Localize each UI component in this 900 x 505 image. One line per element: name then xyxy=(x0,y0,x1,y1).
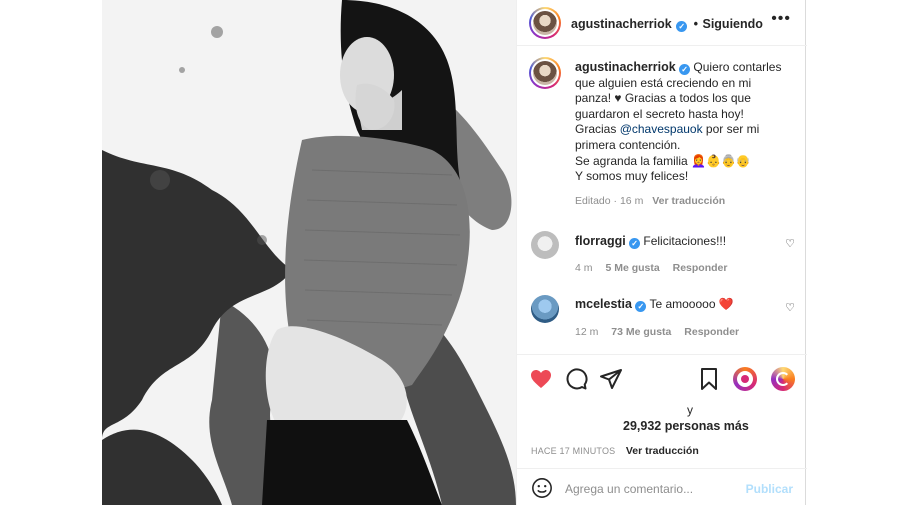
comments-area: agustinacherriok ✓ Quiero contarles que … xyxy=(517,47,807,354)
backdrop-right xyxy=(806,0,900,505)
comment-composer: Agrega un comentario... Publicar xyxy=(517,468,807,505)
caption-meta: Editado · 16 m Ver traducción xyxy=(575,194,787,210)
author-avatar[interactable] xyxy=(529,7,561,39)
promo-sticker-icon[interactable] xyxy=(733,367,757,391)
caption-time: 16 m xyxy=(619,194,644,207)
publish-button[interactable]: Publicar xyxy=(746,482,793,496)
comment-time: 4 m xyxy=(575,262,593,274)
verified-badge-icon: ✓ xyxy=(676,21,688,32)
reply-button[interactable]: Responder xyxy=(673,262,728,274)
verified-badge-icon: ✓ xyxy=(679,64,691,75)
follow-separator: • xyxy=(693,17,699,31)
translate-link[interactable]: Ver traducción xyxy=(652,195,725,207)
comment-bubble-icon[interactable] xyxy=(564,367,588,391)
caption-line: guardaron el secreto hasta hoy! xyxy=(575,106,744,121)
bookmark-icon[interactable] xyxy=(697,367,721,391)
paper-plane-icon[interactable] xyxy=(599,367,623,391)
commenter-avatar[interactable] xyxy=(531,295,559,323)
caption-line: Quiero contarles xyxy=(693,60,782,74)
separator: · xyxy=(613,194,618,207)
verified-badge-icon: ✓ xyxy=(635,301,647,312)
verified-badge-icon: ✓ xyxy=(629,238,641,249)
comment-like-icon[interactable]: ♡ xyxy=(785,237,795,250)
comment-item: mcelestia ✓ Te amooooo ❤️ xyxy=(575,297,734,312)
author-username[interactable]: agustinacherriok xyxy=(571,17,672,31)
caption-line: por ser mi xyxy=(702,122,760,137)
caption-line: Gracias xyxy=(575,122,620,137)
likes-conjunction: y xyxy=(687,403,693,417)
comment-likes[interactable]: 5 Me gusta xyxy=(605,262,659,274)
likes-count[interactable]: 29,932 personas más xyxy=(623,419,749,433)
reply-button[interactable]: Responder xyxy=(684,326,739,338)
comment-meta: 12 m 73 Me gusta Responder xyxy=(575,326,739,338)
translate-link[interactable]: Ver traducción xyxy=(626,445,699,457)
more-options-icon[interactable]: ••• xyxy=(771,10,791,28)
commenter-avatar[interactable] xyxy=(531,231,559,259)
comment-meta: 4 m 5 Me gusta Responder xyxy=(575,262,727,274)
post-timestamp-row: HACE 17 MINUTOS Ver traducción xyxy=(531,441,699,459)
likes-section: y 29,932 personas más HACE 17 MINUTOS Ve… xyxy=(517,400,807,464)
caption-line: Y somos muy felices! xyxy=(575,169,689,184)
comment-text: Felicitaciones!!! xyxy=(643,234,727,248)
comment-input[interactable]: Agrega un comentario... xyxy=(565,482,693,496)
comment-item: florraggi ✓ Felicitaciones!!! xyxy=(575,234,726,249)
post-panel: agustinacherriok ✓ • Siguiendo ••• agust… xyxy=(516,0,807,505)
comment-time: 12 m xyxy=(575,326,599,338)
post-photo[interactable] xyxy=(102,0,516,505)
backdrop-left xyxy=(0,0,102,505)
caption-line: Se agranda la familia 👩‍🦰👶👵👴 xyxy=(575,153,751,168)
post-caption: agustinacherriok ✓ Quiero contarles que … xyxy=(575,60,787,209)
comment-likes[interactable]: 73 Me gusta xyxy=(611,326,671,338)
caption-line: panza! ♥ Gracias a todos los que xyxy=(575,91,751,106)
caption-line: que alguien está creciendo en mi xyxy=(575,75,752,90)
heart-filled-icon[interactable] xyxy=(529,367,553,391)
emoji-smile-icon[interactable] xyxy=(531,477,553,499)
comment-username[interactable]: mcelestia xyxy=(575,297,632,311)
refresh-sticker-icon[interactable] xyxy=(771,367,795,391)
caption-username[interactable]: agustinacherriok xyxy=(575,60,676,74)
caption-avatar[interactable] xyxy=(529,57,561,89)
comment-username[interactable]: florraggi xyxy=(575,234,626,248)
post-header: agustinacherriok ✓ • Siguiendo ••• xyxy=(517,0,807,46)
post-photo-illustration xyxy=(102,0,516,505)
post-timestamp: HACE 17 MINUTOS xyxy=(531,446,616,456)
comment-text: Te amooooo ❤️ xyxy=(649,297,734,311)
caption-line: primera contención. xyxy=(575,137,681,152)
action-bar xyxy=(517,354,807,402)
following-button[interactable]: Siguiendo xyxy=(702,17,762,31)
comment-like-icon[interactable]: ♡ xyxy=(785,301,795,314)
mention-link[interactable]: @chavespauok xyxy=(620,122,703,136)
edited-label: Editado xyxy=(575,194,611,207)
